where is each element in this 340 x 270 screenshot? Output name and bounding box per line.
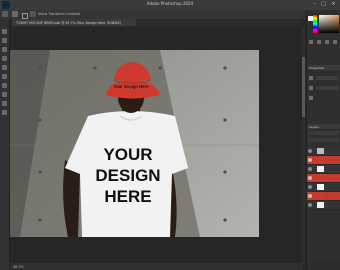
properties-field[interactable] [316, 76, 338, 80]
canvas-vertical-scrollbar[interactable] [302, 27, 305, 263]
transform-controls-label[interactable]: Show Transform Controls [38, 12, 80, 16]
shirt-text-line-1: YOUR [103, 145, 152, 164]
layer-row[interactable] [307, 201, 340, 210]
layers-filter-row[interactable] [308, 131, 339, 135]
shirt-text-line-2: DESIGN [95, 166, 160, 185]
properties-icon-2[interactable] [309, 86, 313, 90]
properties-panel-header[interactable]: Properties [307, 65, 340, 70]
close-icon[interactable]: × [331, 2, 336, 7]
crop-tool-button[interactable] [2, 56, 7, 61]
move-tool-icon[interactable] [12, 11, 18, 17]
document-tab-bar: T-SHIRT MOCKUP DEMO.psb @ 45.7% (Your De… [12, 19, 302, 26]
layer-visibility-icon[interactable] [308, 176, 312, 180]
layers-panel-header[interactable]: Layers [307, 124, 340, 129]
layer-row[interactable] [307, 192, 340, 201]
layers-panel-label: Layers [309, 124, 319, 129]
properties-icon-3[interactable] [309, 96, 313, 100]
eraser-tool-button[interactable] [2, 83, 7, 88]
foreground-color-swatch[interactable] [308, 16, 313, 21]
tools-panel [0, 19, 10, 270]
layer-visibility-icon[interactable] [308, 149, 312, 153]
move-tool-button[interactable] [2, 29, 7, 34]
maximize-icon[interactable]: □ [321, 2, 326, 7]
window-title: Adobe Photoshop 2024 [146, 1, 194, 6]
properties-field[interactable] [316, 86, 338, 90]
transform-icon[interactable] [30, 11, 36, 17]
layer-thumbnail [317, 184, 324, 190]
eyedropper-tool-button[interactable] [2, 65, 7, 70]
layer-visibility-icon[interactable] [308, 194, 312, 198]
properties-panel-label: Properties [309, 65, 325, 70]
document-canvas[interactable]: Your Design Here YOUR DESIGN HERE [10, 50, 259, 237]
status-bar: 45.7% [10, 263, 303, 270]
blend-mode-dropdown[interactable] [308, 138, 339, 142]
document-tab[interactable]: T-SHIRT MOCKUP DEMO.psb @ 45.7% (Your De… [12, 19, 136, 26]
layer-visibility-icon[interactable] [308, 185, 312, 189]
zoom-tool-button[interactable] [2, 110, 7, 115]
panel-icon-1[interactable] [309, 40, 313, 44]
home-icon[interactable] [2, 11, 8, 17]
layer-row[interactable] [307, 174, 340, 183]
right-panel-dock: Properties Layers [306, 10, 340, 270]
hue-slider[interactable] [313, 15, 317, 33]
layer-thumbnail [317, 157, 324, 163]
document-tab-label: T-SHIRT MOCKUP DEMO.psb @ 45.7% (Your De… [16, 20, 122, 25]
layer-thumbnail [317, 202, 324, 208]
title-bar: Adobe Photoshop 2024 – □ × [0, 0, 340, 10]
type-tool-button[interactable] [2, 92, 7, 97]
layer-row[interactable] [307, 165, 340, 174]
layer-thumbnail [317, 175, 324, 181]
auto-select-checkbox[interactable] [22, 12, 28, 19]
shirt-text-line-3: HERE [104, 187, 151, 206]
marquee-tool-button[interactable] [2, 38, 7, 43]
properties-icon-1[interactable] [309, 76, 313, 80]
panel-icon-3[interactable] [325, 40, 329, 44]
layer-visibility-icon[interactable] [308, 158, 312, 162]
layers-footer [307, 262, 340, 270]
brush-tool-button[interactable] [2, 74, 7, 79]
layer-row[interactable] [307, 183, 340, 192]
zoom-level[interactable]: 45.7% [13, 265, 24, 269]
hat-design-text: Your Design Here [114, 84, 149, 89]
mockup-photo: Your Design Here YOUR DESIGN HERE [10, 50, 259, 237]
layer-row[interactable] [307, 147, 340, 156]
layer-thumbnail [317, 148, 324, 154]
color-picker-gradient[interactable] [319, 15, 339, 33]
scrollbar-thumb[interactable] [302, 57, 305, 117]
panel-icon-4[interactable] [333, 40, 337, 44]
layer-visibility-icon[interactable] [308, 167, 312, 171]
layer-thumbnail [317, 166, 324, 172]
layer-thumbnail [317, 193, 324, 199]
lasso-tool-button[interactable] [2, 47, 7, 52]
panel-icon-2[interactable] [317, 40, 321, 44]
layer-row[interactable] [307, 156, 340, 165]
layer-visibility-icon[interactable] [308, 203, 312, 207]
hand-tool-button[interactable] [2, 101, 7, 106]
minimize-icon[interactable]: – [312, 2, 317, 7]
